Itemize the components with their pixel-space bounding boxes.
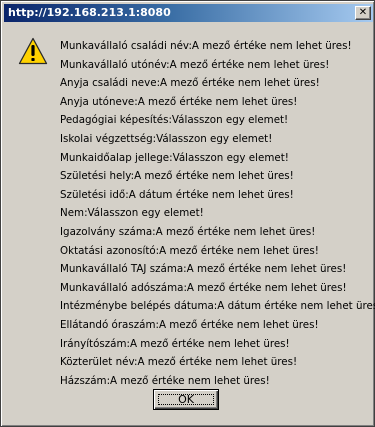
validation-message: Munkavállaló családi név:A mező értéke n… [60, 40, 352, 52]
validation-message: Születési idő:A dátum értéke nem lehet ü… [60, 188, 294, 201]
validation-message: Igazolvány száma:A mező értéke nem lehet… [60, 225, 316, 238]
validation-message: Pedagógiai képesítés:Válasszon egy eleme… [60, 114, 289, 127]
validation-message: Ellátandó óraszám:A mező értéke nem lehe… [60, 318, 319, 331]
validation-message: Házszám:A mező értéke nem lehet üres! [60, 374, 270, 387]
validation-message: Közterület név:A mező értéke nem lehet ü… [60, 356, 298, 369]
close-icon: ✕ [358, 6, 368, 18]
validation-message: Munkavállaló utónév:A mező értéke nem le… [60, 58, 330, 71]
window-title: http://192.168.213.1:8080 [8, 6, 171, 19]
validation-message: Nem:Válasszon egy elemet! [60, 207, 204, 220]
validation-message: Munkavállaló adószáma:A mező értéke nem … [60, 281, 347, 294]
ok-button-label: OK [178, 393, 194, 406]
validation-message: Munkavállaló TAJ száma:A mező értéke nem… [60, 263, 347, 276]
title-bar[interactable]: http://192.168.213.1:8080 ✕ [4, 4, 373, 22]
warning-icon [18, 37, 48, 65]
validation-message: Anyja családi neve:A mező értéke nem leh… [60, 77, 320, 90]
validation-message: Oktatási azonosító:A mező értéke nem leh… [60, 244, 319, 257]
validation-message: Munkaidőalap jellege:Válasszon egy eleme… [60, 151, 289, 164]
message-list: Munkavállaló családi név:A mező értéke n… [60, 37, 375, 390]
ok-button[interactable]: OK [153, 389, 219, 410]
validation-message: Irányítószám:A mező értéke nem lehet üre… [60, 337, 290, 350]
close-button[interactable]: ✕ [355, 6, 371, 20]
validation-message: Anyja utóneve:A mező értéke nem lehet ür… [60, 95, 298, 108]
validation-message: Iskolai végzettség:Válasszon egy elemet! [60, 132, 273, 145]
validation-message: Születési hely:A mező értéke nem lehet ü… [60, 170, 294, 183]
alert-dialog: http://192.168.213.1:8080 ✕ Munkavállaló… [0, 0, 375, 427]
validation-message: Intézménybe belépés dátuma:A dátum érték… [60, 300, 375, 313]
